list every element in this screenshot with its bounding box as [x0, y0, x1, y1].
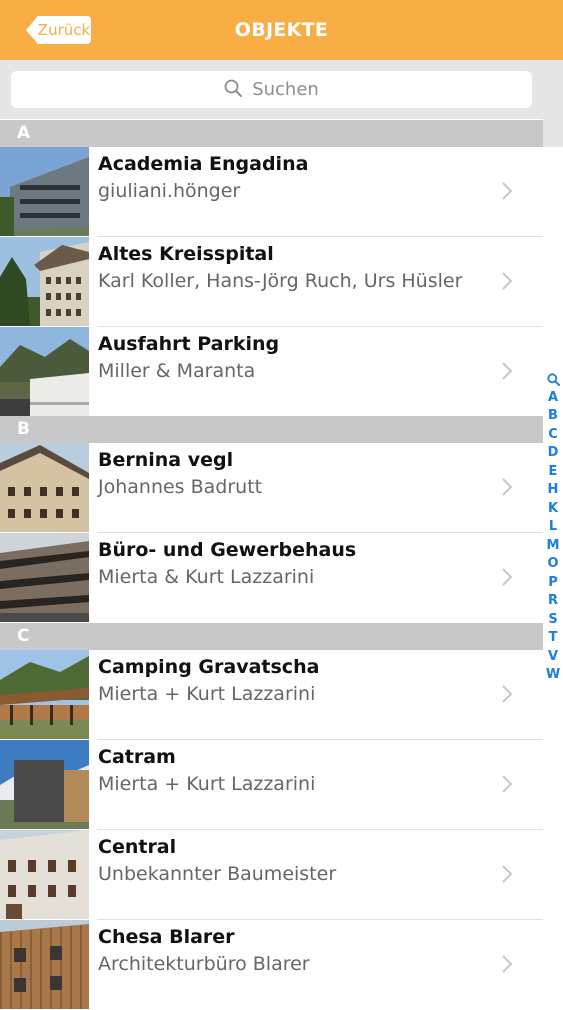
index-letter[interactable]: O: [543, 555, 563, 574]
object-architect: giuliani.hönger: [98, 180, 241, 202]
index-letter[interactable]: W: [543, 666, 563, 685]
list-item[interactable]: Büro- und Gewerbehaus Mierta & Kurt Lazz…: [0, 533, 543, 623]
nav-bar: Zurück OBJEKTE: [0, 0, 563, 60]
list-item[interactable]: Altes Kreisspital Karl Koller, Hans-Jörg…: [0, 237, 543, 327]
list-item[interactable]: Chesa Blarer Architekturbüro Blarer: [0, 920, 543, 1010]
chevron-right-icon: [502, 568, 513, 586]
index-letter[interactable]: S: [543, 611, 563, 630]
chevron-right-icon: [502, 272, 513, 290]
object-architect: Miller & Maranta: [98, 360, 256, 382]
object-architect: Unbekannter Baumeister: [98, 863, 337, 885]
chevron-right-icon: [502, 775, 513, 793]
index-search-icon[interactable]: [543, 370, 563, 389]
object-thumbnail: [0, 147, 89, 236]
chevron-right-icon: [502, 182, 513, 200]
object-title: Altes Kreisspital: [98, 243, 274, 265]
index-letter[interactable]: L: [543, 518, 563, 537]
chevron-right-icon: [502, 478, 513, 496]
object-thumbnail: [0, 740, 89, 829]
object-architect: Mierta & Kurt Lazzarini: [98, 566, 315, 588]
object-thumbnail: [0, 443, 89, 532]
index-letter[interactable]: P: [543, 574, 563, 593]
index-letter[interactable]: D: [543, 444, 563, 463]
index-letter[interactable]: C: [543, 426, 563, 445]
object-title: Ausfahrt Parking: [98, 333, 280, 355]
object-title: Bernina vegl: [98, 449, 234, 471]
section-header-a: A: [0, 120, 543, 147]
index-strip-background: [543, 60, 563, 147]
list-item[interactable]: Camping Gravatscha Mierta + Kurt Lazzari…: [0, 650, 543, 740]
section-index[interactable]: A B C D E H K L M O P R S T V W: [543, 370, 563, 685]
object-thumbnail: [0, 533, 89, 622]
list-item[interactable]: Academia Engadina giuliani.hönger: [0, 147, 543, 237]
object-title: Catram: [98, 746, 176, 768]
chevron-right-icon: [502, 362, 513, 380]
object-architect: Johannes Badrutt: [98, 476, 263, 498]
object-thumbnail: [0, 237, 89, 326]
object-architect: Mierta + Kurt Lazzarini: [98, 773, 316, 795]
object-title: Büro- und Gewerbehaus: [98, 539, 357, 561]
search-bar: Suchen: [0, 60, 543, 119]
page-title: OBJEKTE: [234, 19, 329, 41]
object-title: Academia Engadina: [98, 153, 309, 175]
object-thumbnail: [0, 327, 89, 416]
object-architect: Mierta + Kurt Lazzarini: [98, 683, 316, 705]
index-letter[interactable]: E: [543, 463, 563, 482]
index-letter[interactable]: B: [543, 407, 563, 426]
search-placeholder: Suchen: [252, 79, 319, 100]
object-title: Camping Gravatscha: [98, 656, 320, 678]
list-item[interactable]: Central Unbekannter Baumeister: [0, 830, 543, 920]
list-item[interactable]: Ausfahrt Parking Miller & Maranta: [0, 327, 543, 417]
object-thumbnail: [0, 920, 89, 1009]
chevron-right-icon: [502, 865, 513, 883]
object-architect: Architekturbüro Blarer: [98, 953, 310, 975]
index-letter[interactable]: H: [543, 481, 563, 500]
search-icon: [224, 79, 243, 97]
index-letter[interactable]: A: [543, 389, 563, 408]
object-title: Central: [98, 836, 177, 858]
object-architect: Karl Koller, Hans-Jörg Ruch, Urs Hüsler: [98, 270, 463, 292]
search-input[interactable]: Suchen: [11, 71, 532, 108]
object-thumbnail: [0, 830, 89, 919]
index-letter[interactable]: T: [543, 629, 563, 648]
index-letter[interactable]: R: [543, 592, 563, 611]
index-letter[interactable]: M: [543, 537, 563, 556]
chevron-right-icon: [502, 685, 513, 703]
section-header-b: B: [0, 416, 543, 443]
index-letter[interactable]: K: [543, 500, 563, 519]
index-letter[interactable]: V: [543, 648, 563, 667]
section-header-c: C: [0, 623, 543, 650]
list-item[interactable]: Bernina vegl Johannes Badrutt: [0, 443, 543, 533]
object-thumbnail: [0, 650, 89, 739]
chevron-right-icon: [502, 955, 513, 973]
object-title: Chesa Blarer: [98, 926, 235, 948]
list-item[interactable]: Catram Mierta + Kurt Lazzarini: [0, 740, 543, 830]
